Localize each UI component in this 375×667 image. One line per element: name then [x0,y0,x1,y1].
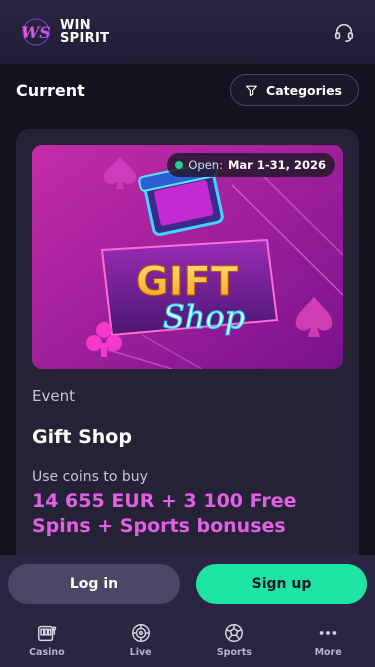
bottom-nav: Casino Live Sports More [0,613,375,667]
nav-item-sports[interactable]: Sports [188,613,282,667]
headset-icon [334,23,354,42]
prize-text: 14 655 EUR + 3 100 Free Spins + Sports b… [32,490,297,537]
signup-button[interactable]: Sign up [196,564,367,604]
login-button[interactable]: Log in [8,564,180,604]
event-type: Event [32,387,75,405]
app-header: WS WIN SPIRIT [0,0,375,64]
coins-label: Use coins to buy [32,469,148,485]
filter-icon [246,85,258,96]
event-title: Gift Shop [32,426,132,448]
section-bar: Current Categories [0,64,375,116]
nav-label-sports: Sports [216,647,252,658]
event-banner[interactable]: GIFT Shop Open: Mar 1-31, 2026 [32,145,343,369]
section-title: Current [16,80,85,100]
categories-button[interactable]: Categories [230,74,359,106]
status-dot [175,161,184,169]
svg-text:WS: WS [21,23,51,42]
nav-label-casino: Casino [29,647,65,658]
ws-logo-icon: WS [21,18,51,46]
nav-label-more: More [314,647,342,658]
nav-item-live[interactable]: Live [94,613,188,667]
support-button[interactable] [331,19,357,45]
roulette-icon [131,624,150,642]
auth-bar: Log in Sign up [0,555,375,613]
soccer-ball-icon [225,624,244,642]
open-dates: Mar 1-31, 2026 [227,158,326,172]
slot-machine-icon [37,625,57,642]
open-label: Open: [188,158,223,172]
nav-item-more[interactable]: More [281,613,375,667]
brand-line-2: SPIRIT [60,31,110,46]
brand-logo[interactable]: WS WIN SPIRIT [18,16,109,48]
categories-label: Categories [266,82,342,98]
banner-word-shop: Shop [163,298,245,336]
nav-item-casino[interactable]: Casino [0,613,94,667]
event-card[interactable]: GIFT Shop Open: Mar 1-31, 2026 Event Gif… [16,129,359,609]
gift-shop-artwork: GIFT Shop [32,145,343,369]
nav-label-live: Live [129,647,152,658]
more-dots-icon [319,631,337,635]
open-status-badge: Open: Mar 1-31, 2026 [167,153,335,177]
